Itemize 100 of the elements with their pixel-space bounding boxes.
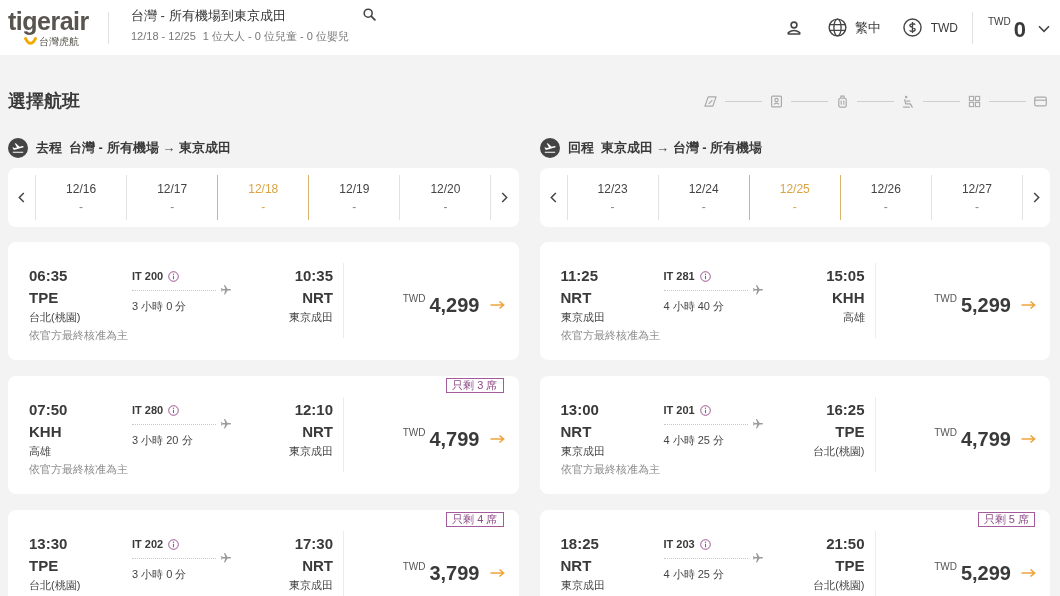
- departure-airport-code: NRT: [560, 556, 593, 576]
- flight-number: IT 203: [663, 537, 695, 552]
- passenger-summary: 1 位大人 - 0 位兒童 - 0 位嬰兒: [202, 29, 349, 44]
- price-currency: TWD: [934, 427, 957, 439]
- approval-note: 依官方最終核准為主: [29, 462, 129, 477]
- date-tab[interactable]: 12/19 -: [308, 175, 400, 220]
- arrival-city: 東京成田: [289, 310, 333, 325]
- flight-number: IT 281: [663, 269, 695, 284]
- page-title: 選擇航班: [8, 90, 80, 113]
- flight-duration: 3 小時 0 分: [132, 567, 188, 582]
- chevron-left-icon: [18, 192, 25, 203]
- arrow-right-icon: [489, 568, 505, 578]
- direction-label: 回程: [567, 139, 594, 157]
- arrival-time: 21:50: [826, 534, 865, 554]
- search-icon[interactable]: [363, 7, 376, 21]
- date-tab[interactable]: 12/20 -: [399, 175, 492, 220]
- departure-time: 18:25: [560, 534, 600, 554]
- price-amount: 4,299: [429, 293, 480, 317]
- chevron-right-icon: [501, 192, 509, 203]
- departure-airport-code: NRT: [560, 288, 593, 308]
- ticket-icon: [704, 94, 717, 108]
- info-icon[interactable]: [168, 270, 180, 282]
- airplane-icon: [220, 284, 232, 296]
- price-currency: TWD: [402, 293, 426, 305]
- flight-duration: 4 小時 25 分: [663, 567, 726, 582]
- date-tab[interactable]: 12/26 -: [839, 175, 931, 220]
- approval-note: 依官方最終核准為主: [29, 328, 129, 343]
- arrival-time: 10:35: [294, 266, 333, 286]
- seats-left-badge: 只剩 4 席: [446, 512, 504, 527]
- seat-icon: [902, 94, 915, 108]
- credit-card-icon: [1034, 94, 1047, 108]
- departure-airport-code: KHH: [29, 422, 63, 442]
- chevron-left-icon: [549, 192, 557, 203]
- seats-left-badge: 只剩 5 席: [977, 512, 1035, 527]
- takeoff-icon: [539, 138, 560, 158]
- date-tab[interactable]: 12/27 -: [930, 175, 1023, 220]
- account-button[interactable]: [786, 20, 801, 35]
- departure-city: 東京成田: [560, 444, 606, 459]
- flight-duration: 4 小時 25 分: [663, 433, 726, 448]
- globe-icon: [827, 18, 847, 37]
- arrival-airport-code: NRT: [302, 288, 333, 308]
- arrival-city: 東京成田: [289, 578, 333, 593]
- airplane-icon: [751, 552, 764, 564]
- flight-number: IT 202: [132, 537, 164, 552]
- flight-duration: 3 小時 0 分: [132, 299, 188, 314]
- info-icon[interactable]: [699, 270, 711, 282]
- trip-dates: 12/18 - 12/25: [131, 29, 196, 44]
- luggage-icon: [836, 94, 849, 108]
- arrow-right-icon: [1021, 300, 1036, 310]
- arrival-airport-code: NRT: [302, 556, 333, 576]
- arrival-city: 台北(桃園): [813, 578, 865, 593]
- chevron-down-icon: [1038, 24, 1050, 33]
- departure-city: 台北(桃園): [29, 310, 82, 325]
- approval-note: 依官方最終核准為主: [560, 328, 661, 343]
- route-label: 東京成田 → 台灣 - 所有機場: [600, 139, 763, 157]
- price-currency: TWD: [934, 293, 957, 305]
- route-title: 台灣 - 所有機場到東京成田: [131, 7, 286, 25]
- price-amount: 5,299: [960, 293, 1011, 317]
- arrival-airport-code: TPE: [835, 556, 865, 576]
- chevron-right-icon: [1032, 192, 1040, 203]
- currency-button[interactable]: TWD: [902, 18, 958, 37]
- arrival-time: 16:25: [826, 400, 865, 420]
- arrival-city: 東京成田: [289, 444, 333, 459]
- price-currency: TWD: [402, 427, 426, 439]
- seats-left-badge: 只剩 3 席: [446, 378, 504, 393]
- departure-time: 11:25: [560, 266, 600, 286]
- date-tab[interactable]: 12/17 -: [126, 175, 218, 220]
- airplane-icon: [220, 418, 232, 430]
- person-icon: [786, 20, 801, 35]
- departure-time: 07:50: [29, 400, 69, 420]
- arrival-airport-code: KHH: [832, 288, 865, 308]
- date-tab[interactable]: 12/16 -: [35, 175, 127, 220]
- departure-time: 13:00: [560, 400, 600, 420]
- departure-city: 東京成田: [560, 310, 606, 325]
- info-icon[interactable]: [168, 538, 180, 550]
- direction-label: 去程: [36, 139, 62, 157]
- departure-city: 高雄: [29, 444, 52, 459]
- arrival-city: 高雄: [842, 310, 865, 325]
- language-button[interactable]: 繁中: [827, 18, 881, 37]
- departure-airport-code: NRT: [560, 422, 593, 442]
- info-icon[interactable]: [699, 538, 711, 550]
- departure-city: 東京成田: [560, 578, 606, 593]
- arrival-city: 台北(桃園): [813, 444, 865, 459]
- flight-number: IT 280: [132, 403, 164, 418]
- arrival-time: 15:05: [826, 266, 865, 286]
- departure-time: 06:35: [29, 266, 69, 286]
- departure-airport-code: TPE: [29, 556, 60, 576]
- arrow-right-icon: [1021, 434, 1036, 444]
- info-icon[interactable]: [168, 404, 180, 416]
- date-tab[interactable]: 12/24 -: [657, 175, 749, 220]
- airplane-icon: [220, 552, 232, 564]
- flight-duration: 4 小時 40 分: [663, 299, 726, 314]
- airplane-icon: [751, 284, 764, 296]
- arrival-airport-code: NRT: [302, 422, 333, 442]
- departure-time: 13:30: [29, 534, 69, 554]
- date-tab[interactable]: 12/23 -: [566, 175, 658, 220]
- arrival-airport-code: TPE: [835, 422, 865, 442]
- price-currency: TWD: [934, 561, 957, 573]
- info-icon[interactable]: [699, 404, 711, 416]
- takeoff-icon: [8, 138, 28, 158]
